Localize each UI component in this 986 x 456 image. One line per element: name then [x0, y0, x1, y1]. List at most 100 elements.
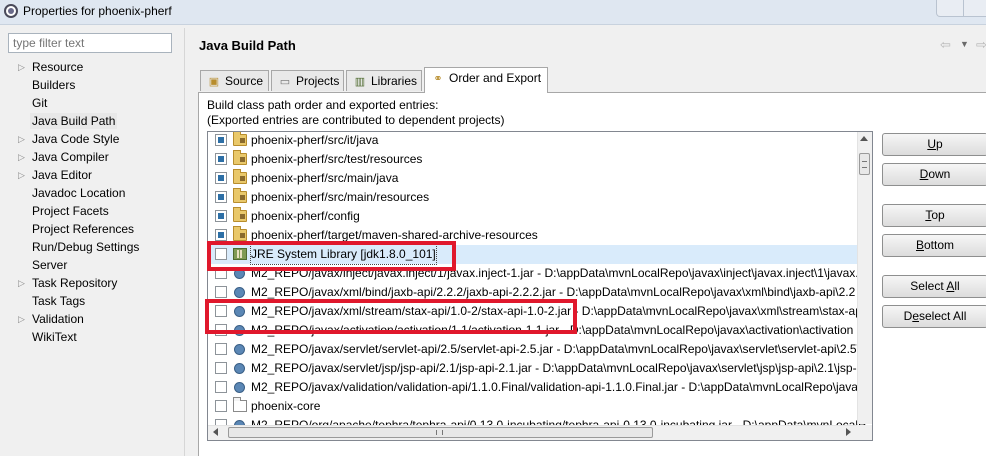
- tab-libraries-label: Libraries: [371, 74, 418, 88]
- project-icon: [233, 397, 247, 412]
- nav-item-java-editor[interactable]: ▷ Java Editor: [8, 166, 184, 184]
- jar-file-icon: [234, 287, 245, 298]
- nav-item-label: Project References: [32, 222, 135, 236]
- nav-item-project-references[interactable]: Project References: [8, 220, 184, 238]
- nav-item-label: Task Repository: [32, 276, 118, 290]
- tab-libraries[interactable]: ▥ Libraries: [346, 70, 422, 91]
- expand-twisty-icon[interactable]: ▷: [18, 274, 25, 292]
- select-all-rest: ll: [954, 279, 960, 293]
- vertical-scroll-thumb[interactable]: [859, 153, 870, 175]
- classpath-entry[interactable]: M2_REPO/javax/servlet/jsp/jsp-api/2.1/js…: [208, 359, 872, 378]
- export-checkbox[interactable]: [215, 172, 227, 184]
- nav-item-wikitext[interactable]: WikiText: [8, 328, 184, 346]
- forward-arrow-icon[interactable]: ⇨: [976, 37, 986, 53]
- export-checkbox[interactable]: [215, 400, 227, 412]
- package-overlay-icon: [240, 233, 245, 238]
- nav-item-label: Project Facets: [32, 204, 109, 218]
- nav-item-git[interactable]: Git: [8, 94, 184, 112]
- package-overlay-icon: [240, 138, 245, 143]
- source-folder-icon: [233, 132, 247, 146]
- window-title: Properties for phoenix-pherf: [23, 4, 172, 18]
- deselect-all-mnemonic: e: [912, 309, 919, 323]
- deselect-all-pre: D: [903, 309, 913, 323]
- export-checkbox[interactable]: [215, 191, 227, 203]
- highlight-box-stax: [205, 299, 577, 334]
- nav-item-builders[interactable]: Builders: [8, 76, 184, 94]
- nav-item-project-facets[interactable]: Project Facets: [8, 202, 184, 220]
- nav-item-task-repository[interactable]: ▷ Task Repository: [8, 274, 184, 292]
- minimize-button[interactable]: [936, 0, 964, 17]
- back-arrow-icon[interactable]: ⇦: [940, 37, 951, 53]
- export-checkbox[interactable]: [215, 229, 227, 241]
- tab-source[interactable]: ▣ Source: [200, 70, 269, 91]
- export-checkbox[interactable]: [215, 134, 227, 146]
- horizontal-scroll-thumb[interactable]: [228, 427, 653, 438]
- export-checkbox[interactable]: [215, 343, 227, 355]
- filter-input[interactable]: [8, 33, 172, 53]
- classpath-entry[interactable]: M2_REPO/javax/validation/validation-api/…: [208, 378, 872, 397]
- classpath-entry-label: phoenix-pherf/src/it/java: [251, 133, 379, 147]
- highlight-box-jre: [207, 241, 456, 271]
- nav-item-validation[interactable]: ▷ Validation: [8, 310, 184, 328]
- classpath-entries-list[interactable]: phoenix-pherf/src/it/java phoenix-pherf/s…: [207, 131, 873, 441]
- export-checkbox[interactable]: [215, 381, 227, 393]
- top-button[interactable]: Top: [882, 204, 986, 227]
- classpath-entry[interactable]: phoenix-pherf/src/test/resources: [208, 150, 872, 169]
- eclipse-app-icon: [4, 4, 18, 18]
- nav-item-javadoc-location[interactable]: Javadoc Location: [8, 184, 184, 202]
- jar-file-icon: [234, 344, 245, 355]
- scroll-right-icon[interactable]: [846, 428, 851, 436]
- nav-divider[interactable]: [184, 28, 185, 456]
- classpath-entry[interactable]: phoenix-core: [208, 397, 872, 416]
- up-label-rest: p: [935, 137, 943, 151]
- nav-item-java-build-path[interactable]: Java Build Path: [8, 112, 184, 130]
- expand-twisty-icon[interactable]: ▷: [18, 148, 25, 166]
- source-folder-icon: [233, 207, 247, 222]
- scroll-up-icon[interactable]: [860, 136, 868, 141]
- expand-twisty-icon[interactable]: ▷: [18, 130, 25, 148]
- classpath-entry[interactable]: phoenix-pherf/config: [208, 207, 872, 226]
- expand-twisty-icon[interactable]: ▷: [18, 166, 25, 184]
- nav-item-label: Java Compiler: [32, 150, 109, 164]
- expand-twisty-icon[interactable]: ▷: [18, 58, 25, 76]
- nav-item-java-compiler[interactable]: ▷ Java Compiler: [8, 148, 184, 166]
- classpath-entry[interactable]: phoenix-pherf/src/main/java: [208, 169, 872, 188]
- bottom-button[interactable]: Bottom: [882, 234, 986, 257]
- tab-projects[interactable]: ▭ Projects: [271, 70, 344, 91]
- select-all-button[interactable]: Select All: [882, 275, 986, 298]
- classpath-entry-label: phoenix-pherf/src/main/java: [251, 171, 399, 185]
- history-dropdown-icon[interactable]: ▼: [960, 39, 969, 49]
- expand-twisty-icon[interactable]: ▷: [18, 310, 25, 328]
- nav-item-label: Javadoc Location: [32, 186, 126, 200]
- nav-item-label: Server: [32, 258, 68, 272]
- deselect-all-rest: select All: [919, 309, 967, 323]
- description-line-2: (Exported entries are contributed to dep…: [207, 113, 505, 127]
- scroll-left-icon[interactable]: [213, 428, 218, 436]
- nav-item-java-code-style[interactable]: ▷ Java Code Style: [8, 130, 184, 148]
- nav-item-task-tags[interactable]: Task Tags: [8, 292, 184, 310]
- projects-icon: ▭: [279, 76, 291, 88]
- classpath-entry[interactable]: phoenix-pherf/src/main/resources: [208, 188, 872, 207]
- export-checkbox[interactable]: [215, 286, 227, 298]
- down-button[interactable]: Down: [882, 163, 986, 186]
- tab-projects-label: Projects: [296, 74, 340, 88]
- tab-order-and-export[interactable]: ⚭ Order and Export: [424, 67, 548, 93]
- nav-item-server[interactable]: Server: [8, 256, 184, 274]
- classpath-entry[interactable]: phoenix-pherf/src/it/java: [208, 132, 872, 150]
- deselect-all-button[interactable]: Deselect All: [882, 305, 986, 328]
- jar-file-icon: [234, 382, 245, 393]
- maximize-button[interactable]: [963, 0, 986, 17]
- nav-item-label: Resource: [32, 60, 84, 74]
- up-mnemonic: U: [927, 137, 936, 151]
- export-checkbox[interactable]: [215, 210, 227, 222]
- classpath-entry-label: phoenix-pherf/config: [251, 209, 360, 223]
- classpath-entry[interactable]: M2_REPO/javax/servlet/servlet-api/2.5/se…: [208, 340, 872, 359]
- export-checkbox[interactable]: [215, 153, 227, 165]
- nav-item-run-debug-settings[interactable]: Run/Debug Settings: [8, 238, 184, 256]
- up-button[interactable]: Up: [882, 133, 986, 156]
- tab-source-label: Source: [225, 74, 264, 88]
- export-checkbox[interactable]: [215, 362, 227, 374]
- vertical-scrollbar[interactable]: [857, 132, 872, 424]
- nav-item-resource[interactable]: ▷ Resource: [8, 58, 184, 76]
- nav-item-label: Java Code Style: [32, 132, 120, 146]
